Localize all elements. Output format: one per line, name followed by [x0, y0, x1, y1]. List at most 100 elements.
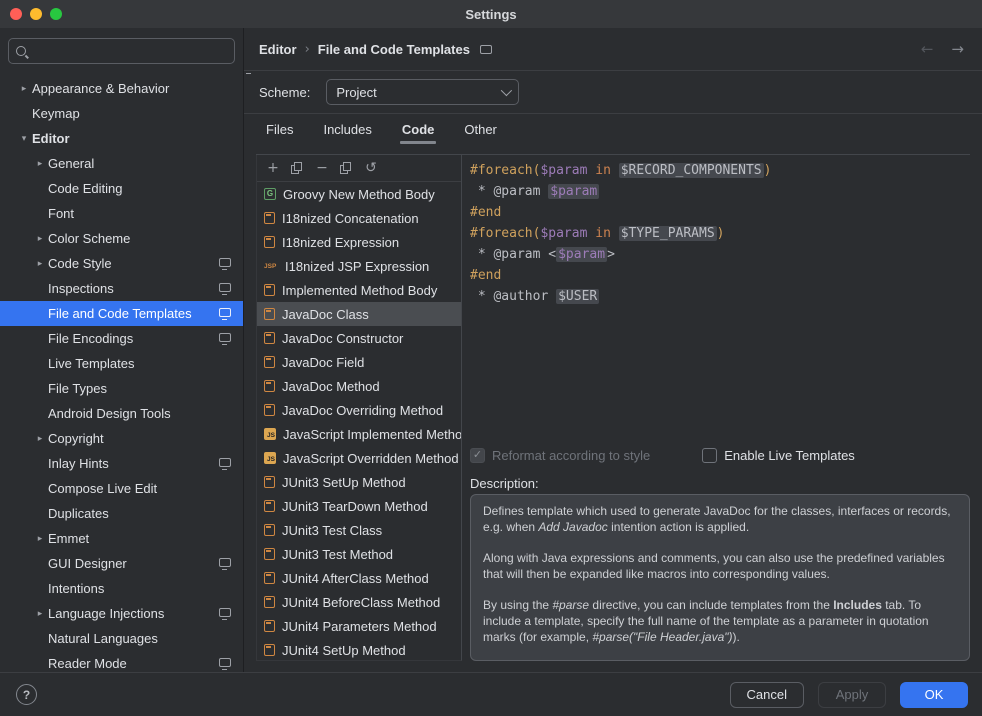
- breadcrumb-page-title: File and Code Templates: [318, 42, 470, 57]
- template-file-icon: [264, 380, 275, 392]
- template-item-javadoc-class[interactable]: JavaDoc Class: [257, 302, 461, 326]
- template-item-label: JavaScript Overridden Method: [283, 451, 459, 466]
- chevron-right-icon[interactable]: ▸: [16, 84, 32, 94]
- template-item-i18nized-concatenation[interactable]: I18nized Concatenation: [257, 206, 461, 230]
- jsp-file-icon: JSP: [264, 263, 278, 270]
- code-line: #end: [470, 202, 970, 223]
- sidebar-item-color-scheme[interactable]: ▸Color Scheme: [0, 226, 243, 251]
- template-file-icon: [264, 524, 275, 536]
- template-item-junit4-setup-method[interactable]: JUnit4 SetUp Method: [257, 638, 461, 660]
- sidebar-item-language-injections[interactable]: ▸Language Injections: [0, 601, 243, 626]
- template-item-javadoc-field[interactable]: JavaDoc Field: [257, 350, 461, 374]
- apply-button: Apply: [818, 682, 886, 708]
- template-file-icon: [264, 548, 275, 560]
- sidebar-item-duplicates[interactable]: Duplicates: [0, 501, 243, 526]
- template-item-implemented-method-body[interactable]: Implemented Method Body: [257, 278, 461, 302]
- sidebar-item-emmet[interactable]: ▸Emmet: [0, 526, 243, 551]
- sidebar-item-general[interactable]: ▸General: [0, 151, 243, 176]
- duplicate-template-button[interactable]: [340, 162, 353, 175]
- scheme-select[interactable]: Project: [326, 79, 519, 105]
- chevron-right-icon[interactable]: ▸: [32, 159, 48, 169]
- search-icon: [16, 46, 26, 56]
- tab-other[interactable]: Other: [462, 114, 499, 144]
- sidebar-item-file-encodings[interactable]: File Encodings: [0, 326, 243, 351]
- template-item-javadoc-method[interactable]: JavaDoc Method: [257, 374, 461, 398]
- sidebar-item-android-design-tools[interactable]: Android Design Tools: [0, 401, 243, 426]
- sidebar-item-code-style[interactable]: ▸Code Style: [0, 251, 243, 276]
- template-item-javadoc-constructor[interactable]: JavaDoc Constructor: [257, 326, 461, 350]
- sidebar-item-intentions[interactable]: Intentions: [0, 576, 243, 601]
- template-item-groovy-new-method-body[interactable]: GGroovy New Method Body: [257, 182, 461, 206]
- template-item-junit4-parameters-method[interactable]: JUnit4 Parameters Method: [257, 614, 461, 638]
- chevron-right-icon[interactable]: ▸: [32, 609, 48, 619]
- tab-files[interactable]: Files: [264, 114, 295, 144]
- chevron-down-icon[interactable]: ▾: [16, 134, 32, 144]
- template-editor[interactable]: #foreach($param in $RECORD_COMPONENTS) *…: [470, 155, 970, 438]
- template-file-icon: [264, 308, 275, 320]
- zoom-window-button[interactable]: [50, 8, 62, 20]
- template-item-junit3-test-method[interactable]: JUnit3 Test Method: [257, 542, 461, 566]
- chevron-right-icon[interactable]: ▸: [32, 234, 48, 244]
- sidebar-item-editor[interactable]: ▾Editor: [0, 126, 243, 151]
- sidebar-item-label: Code Style: [48, 256, 112, 271]
- chevron-right-icon[interactable]: ▸: [32, 534, 48, 544]
- javascript-file-icon: JS: [264, 452, 276, 464]
- sidebar-item-copyright[interactable]: ▸Copyright: [0, 426, 243, 451]
- tab-includes[interactable]: Includes: [321, 114, 373, 144]
- ide-settings-icon: [219, 258, 231, 267]
- settings-search-input[interactable]: [8, 38, 235, 64]
- chevron-right-icon[interactable]: ▸: [32, 434, 48, 444]
- template-item-junit4-beforeclass-method[interactable]: JUnit4 BeforeClass Method: [257, 590, 461, 614]
- reset-template-button[interactable]: ↺: [364, 160, 378, 176]
- sidebar-item-live-templates[interactable]: Live Templates: [0, 351, 243, 376]
- template-item-javascript-implemented-method[interactable]: JSJavaScript Implemented Method: [257, 422, 461, 446]
- template-item-junit3-teardown-method[interactable]: JUnit3 TearDown Method: [257, 494, 461, 518]
- template-item-javascript-overridden-method[interactable]: JS JavaScript Overridden Method: [257, 446, 461, 470]
- sidebar-item-inlay-hints[interactable]: Inlay Hints: [0, 451, 243, 476]
- window-title: Settings: [0, 7, 982, 22]
- template-item-i18nized-jsp-expression[interactable]: JSPI18nized JSP Expression: [257, 254, 461, 278]
- template-item-label: JavaDoc Overriding Method: [282, 403, 443, 418]
- code-line: #foreach($param in $RECORD_COMPONENTS): [470, 160, 970, 181]
- sidebar-item-font[interactable]: Font: [0, 201, 243, 226]
- sidebar-item-label: Copyright: [48, 431, 104, 446]
- template-item-javadoc-overriding-method[interactable]: JavaDoc Overriding Method: [257, 398, 461, 422]
- cancel-button[interactable]: Cancel: [730, 682, 804, 708]
- sidebar-item-gui-designer[interactable]: GUI Designer: [0, 551, 243, 576]
- sidebar-item-reader-mode[interactable]: Reader Mode: [0, 651, 243, 672]
- breadcrumb-separator: ›: [305, 42, 310, 57]
- code-line: * @param $param: [470, 181, 970, 202]
- template-item-junit3-setup-method[interactable]: JUnit3 SetUp Method: [257, 470, 461, 494]
- minimize-window-button[interactable]: [30, 8, 42, 20]
- template-file-icon: [264, 236, 275, 248]
- remove-template-button[interactable]: −: [315, 160, 329, 176]
- add-template-button[interactable]: +: [266, 160, 280, 176]
- chevron-right-icon[interactable]: ▸: [32, 259, 48, 269]
- back-button[interactable]: ←: [921, 40, 934, 58]
- description-paragraph: Along with Java expressions and comments…: [483, 550, 957, 582]
- template-item-label: I18nized Expression: [282, 235, 399, 250]
- forward-button[interactable]: →: [951, 40, 964, 58]
- tab-code[interactable]: Code: [400, 114, 437, 144]
- sidebar-item-file-types[interactable]: File Types: [0, 376, 243, 401]
- sidebar-item-code-editing[interactable]: Code Editing: [0, 176, 243, 201]
- template-item-junit3-test-class[interactable]: JUnit3 Test Class: [257, 518, 461, 542]
- enable-live-templates-checkbox[interactable]: Enable Live Templates: [702, 448, 855, 463]
- chevron-down-icon: [501, 85, 512, 96]
- ok-button[interactable]: OK: [900, 682, 968, 708]
- breadcrumb-editor[interactable]: Editor: [259, 42, 297, 57]
- sidebar-item-inspections[interactable]: Inspections: [0, 276, 243, 301]
- close-window-button[interactable]: [10, 8, 22, 20]
- sidebar-item-file-and-code-templates[interactable]: File and Code Templates: [0, 301, 243, 326]
- sidebar-item-compose-live-edit[interactable]: Compose Live Edit: [0, 476, 243, 501]
- template-item-i18nized-expression[interactable]: I18nized Expression: [257, 230, 461, 254]
- template-item-label: JUnit3 SetUp Method: [282, 475, 406, 490]
- template-list-toolbar: + − ↺: [257, 155, 461, 182]
- copy-template-button[interactable]: [291, 162, 304, 175]
- sidebar-item-label: Color Scheme: [48, 231, 130, 246]
- sidebar-item-appearance-behavior[interactable]: ▸Appearance & Behavior: [0, 76, 243, 101]
- help-button[interactable]: ?: [16, 684, 37, 705]
- sidebar-item-natural-languages[interactable]: Natural Languages: [0, 626, 243, 651]
- template-item-junit4-afterclass-method[interactable]: JUnit4 AfterClass Method: [257, 566, 461, 590]
- sidebar-item-keymap[interactable]: Keymap: [0, 101, 243, 126]
